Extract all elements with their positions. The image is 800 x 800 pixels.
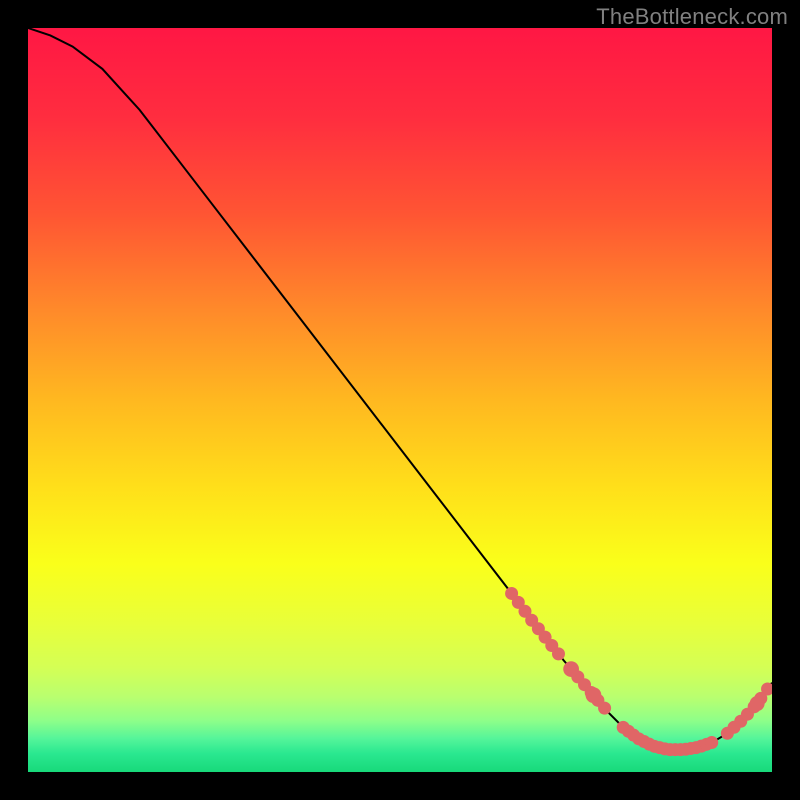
chart-marker xyxy=(598,702,611,715)
chart-marker xyxy=(750,696,765,711)
watermark-text: TheBottleneck.com xyxy=(596,4,788,30)
chart-curve xyxy=(28,28,772,772)
chart-marker xyxy=(563,661,579,677)
chart-marker xyxy=(552,647,565,660)
chart-marker xyxy=(705,736,718,749)
chart-marker xyxy=(586,687,602,703)
chart-plot-area xyxy=(28,28,772,772)
